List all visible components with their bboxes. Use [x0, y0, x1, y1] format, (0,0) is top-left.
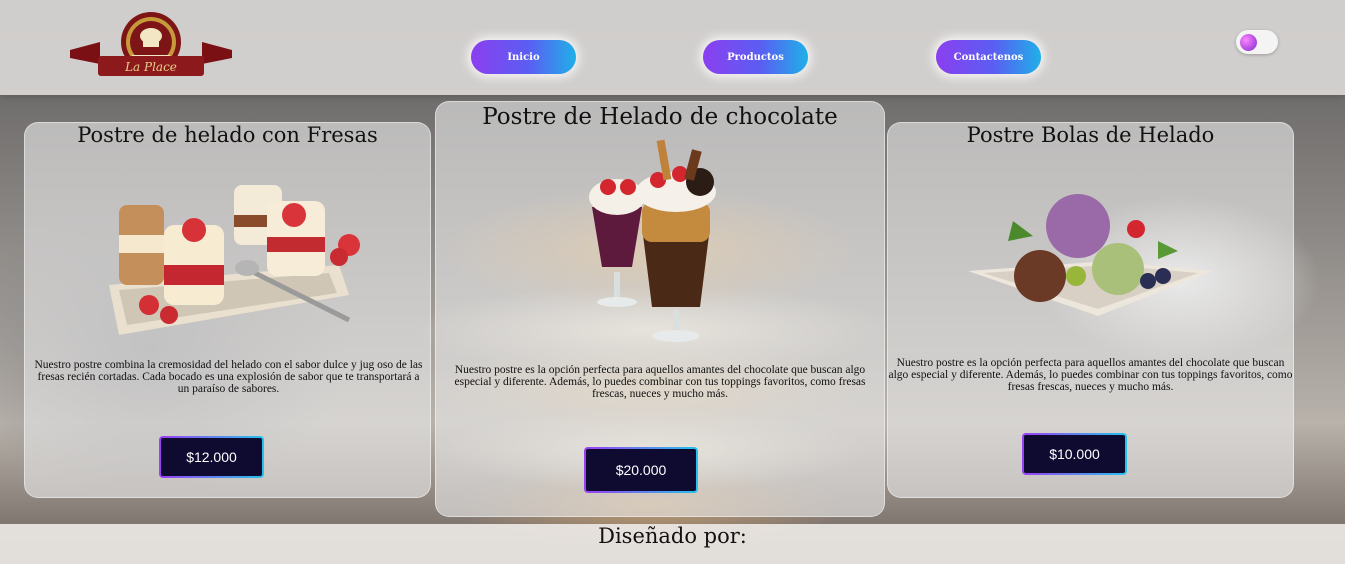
la-place-logo[interactable]: La Place	[70, 12, 232, 78]
product-title: Postre Bolas de Helado	[966, 123, 1215, 147]
product-card-bolas: Postre Bolas de Helado Nuestro postre es…	[887, 122, 1294, 498]
nav-contactenos-button[interactable]: Contactenos	[936, 40, 1041, 74]
nav-productos-button[interactable]: Productos	[703, 40, 808, 74]
footer-title: Diseñado por:	[598, 524, 747, 548]
product-description: Nuestro postre combina la cremosidad del…	[34, 359, 423, 395]
product-title: Postre de helado con Fresas	[77, 123, 378, 147]
ice-cream-scoops-image	[968, 194, 1213, 316]
top-navbar: La Place Inicio Productos Contactenos	[0, 0, 1345, 95]
price-button[interactable]: $10.000	[1022, 433, 1127, 475]
nav-inicio-button[interactable]: Inicio	[471, 40, 576, 74]
product-card-chocolate: Postre de Helado de chocolate Nuestro po…	[435, 101, 885, 517]
product-card-fresas: Postre de helado con Fresas Nuestro post…	[24, 122, 431, 498]
svg-text:La Place: La Place	[124, 60, 177, 74]
product-title: Postre de Helado de chocolate	[482, 104, 838, 130]
toggle-knob	[1240, 34, 1257, 51]
footer: Diseñado por:	[0, 524, 1345, 564]
product-description: Nuestro postre es la opción perfecta par…	[888, 357, 1293, 393]
price-button[interactable]: $12.000	[159, 436, 264, 478]
theme-toggle[interactable]	[1236, 30, 1278, 54]
strawberry-sundae-image	[109, 185, 360, 335]
price-button[interactable]: $20.000	[584, 447, 698, 493]
product-description: Nuestro postre es la opción perfecta par…	[454, 364, 866, 400]
chocolate-sundae-image	[589, 139, 716, 342]
